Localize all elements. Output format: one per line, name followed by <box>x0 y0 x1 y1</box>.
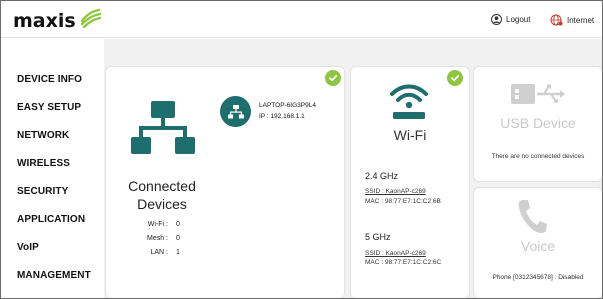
mac-24: MAC : 98:77:E7:1C:C2:6B <box>365 198 441 205</box>
sidebar-item-easy-setup[interactable]: EASY SETUP <box>17 102 81 113</box>
wifi-count-label: Wi-Fi : <box>147 221 168 228</box>
voice-card[interactable]: Voice Phone [0312345678] : Disabled <box>474 188 602 298</box>
voice-title: Voice <box>520 238 556 254</box>
band-label-5: 5 GHz <box>365 232 391 242</box>
mac-5: MAC : 98:77:E7:1C:C2:6C <box>365 259 442 266</box>
top-header: maxis Logout Internet <box>1 1 602 38</box>
maxis-swirl-icon <box>79 8 101 33</box>
network-topology-icon <box>131 99 195 164</box>
wifi-router-icon <box>389 81 429 126</box>
lan-count-label: LAN : <box>150 249 168 256</box>
app-frame: maxis Logout Internet DEVICE INFO EASY S… <box>0 0 603 299</box>
lan-count-value: 1 <box>176 249 180 256</box>
sidebar-item-device-info[interactable]: DEVICE INFO <box>17 74 82 85</box>
device-network-icon[interactable] <box>220 96 251 127</box>
device-ip: IP : 192.168.1.1 <box>259 113 305 120</box>
wifi-card[interactable]: Wi-Fi 2.4 GHz SSID : KaonAP-c269 MAC : 9… <box>351 67 469 298</box>
connected-title-line2: Devices <box>137 196 187 212</box>
wifi-count-value: 0 <box>176 221 180 228</box>
device-name: LAPTOP-6IG3P9L4 <box>259 102 316 109</box>
ssid-link-5[interactable]: SSID : KaonAP-c269 <box>365 250 426 257</box>
internet-label: Internet <box>567 15 595 25</box>
usb-device-card[interactable]: USB Device There are no connected device… <box>474 67 602 181</box>
phone-icon <box>516 197 548 240</box>
user-icon <box>491 14 502 25</box>
usb-icon <box>510 81 566 112</box>
connected-title-line1: Connected <box>128 178 196 194</box>
ssid-link-24[interactable]: SSID : KaonAP-c269 <box>365 188 426 195</box>
wifi-title: Wi-Fi <box>393 127 427 143</box>
band-label-24: 2.4 GHz <box>365 171 399 181</box>
logo-text: maxis <box>13 9 76 32</box>
check-icon <box>447 70 463 86</box>
sidebar-item-application[interactable]: APPLICATION <box>17 214 85 225</box>
usb-status-message: There are no connected devices <box>491 153 585 160</box>
logout-label: Logout <box>506 15 531 24</box>
sidebar-item-network[interactable]: NETWORK <box>17 130 69 141</box>
internet-status[interactable]: Internet <box>550 14 594 26</box>
sidebar-item-voip[interactable]: VoIP <box>17 242 39 253</box>
usb-title: USB Device <box>500 115 576 131</box>
check-icon <box>325 70 341 86</box>
voice-status-message: Phone [0312345678] : Disabled <box>492 274 584 281</box>
mesh-count-label: Mesh : <box>146 235 168 242</box>
maxis-logo[interactable]: maxis <box>13 8 101 33</box>
sidebar-item-security[interactable]: SECURITY <box>17 186 68 197</box>
mesh-count-value: 0 <box>176 235 180 242</box>
globe-icon <box>550 14 563 26</box>
connected-devices-card[interactable]: Connected Devices LAPTOP-6IG3P9L4 IP : 1… <box>106 67 344 298</box>
sidebar-item-wireless[interactable]: WIRELESS <box>17 158 70 169</box>
logout-link[interactable]: Logout <box>491 14 530 25</box>
sidebar-item-management[interactable]: MANAGEMENT <box>17 270 91 281</box>
